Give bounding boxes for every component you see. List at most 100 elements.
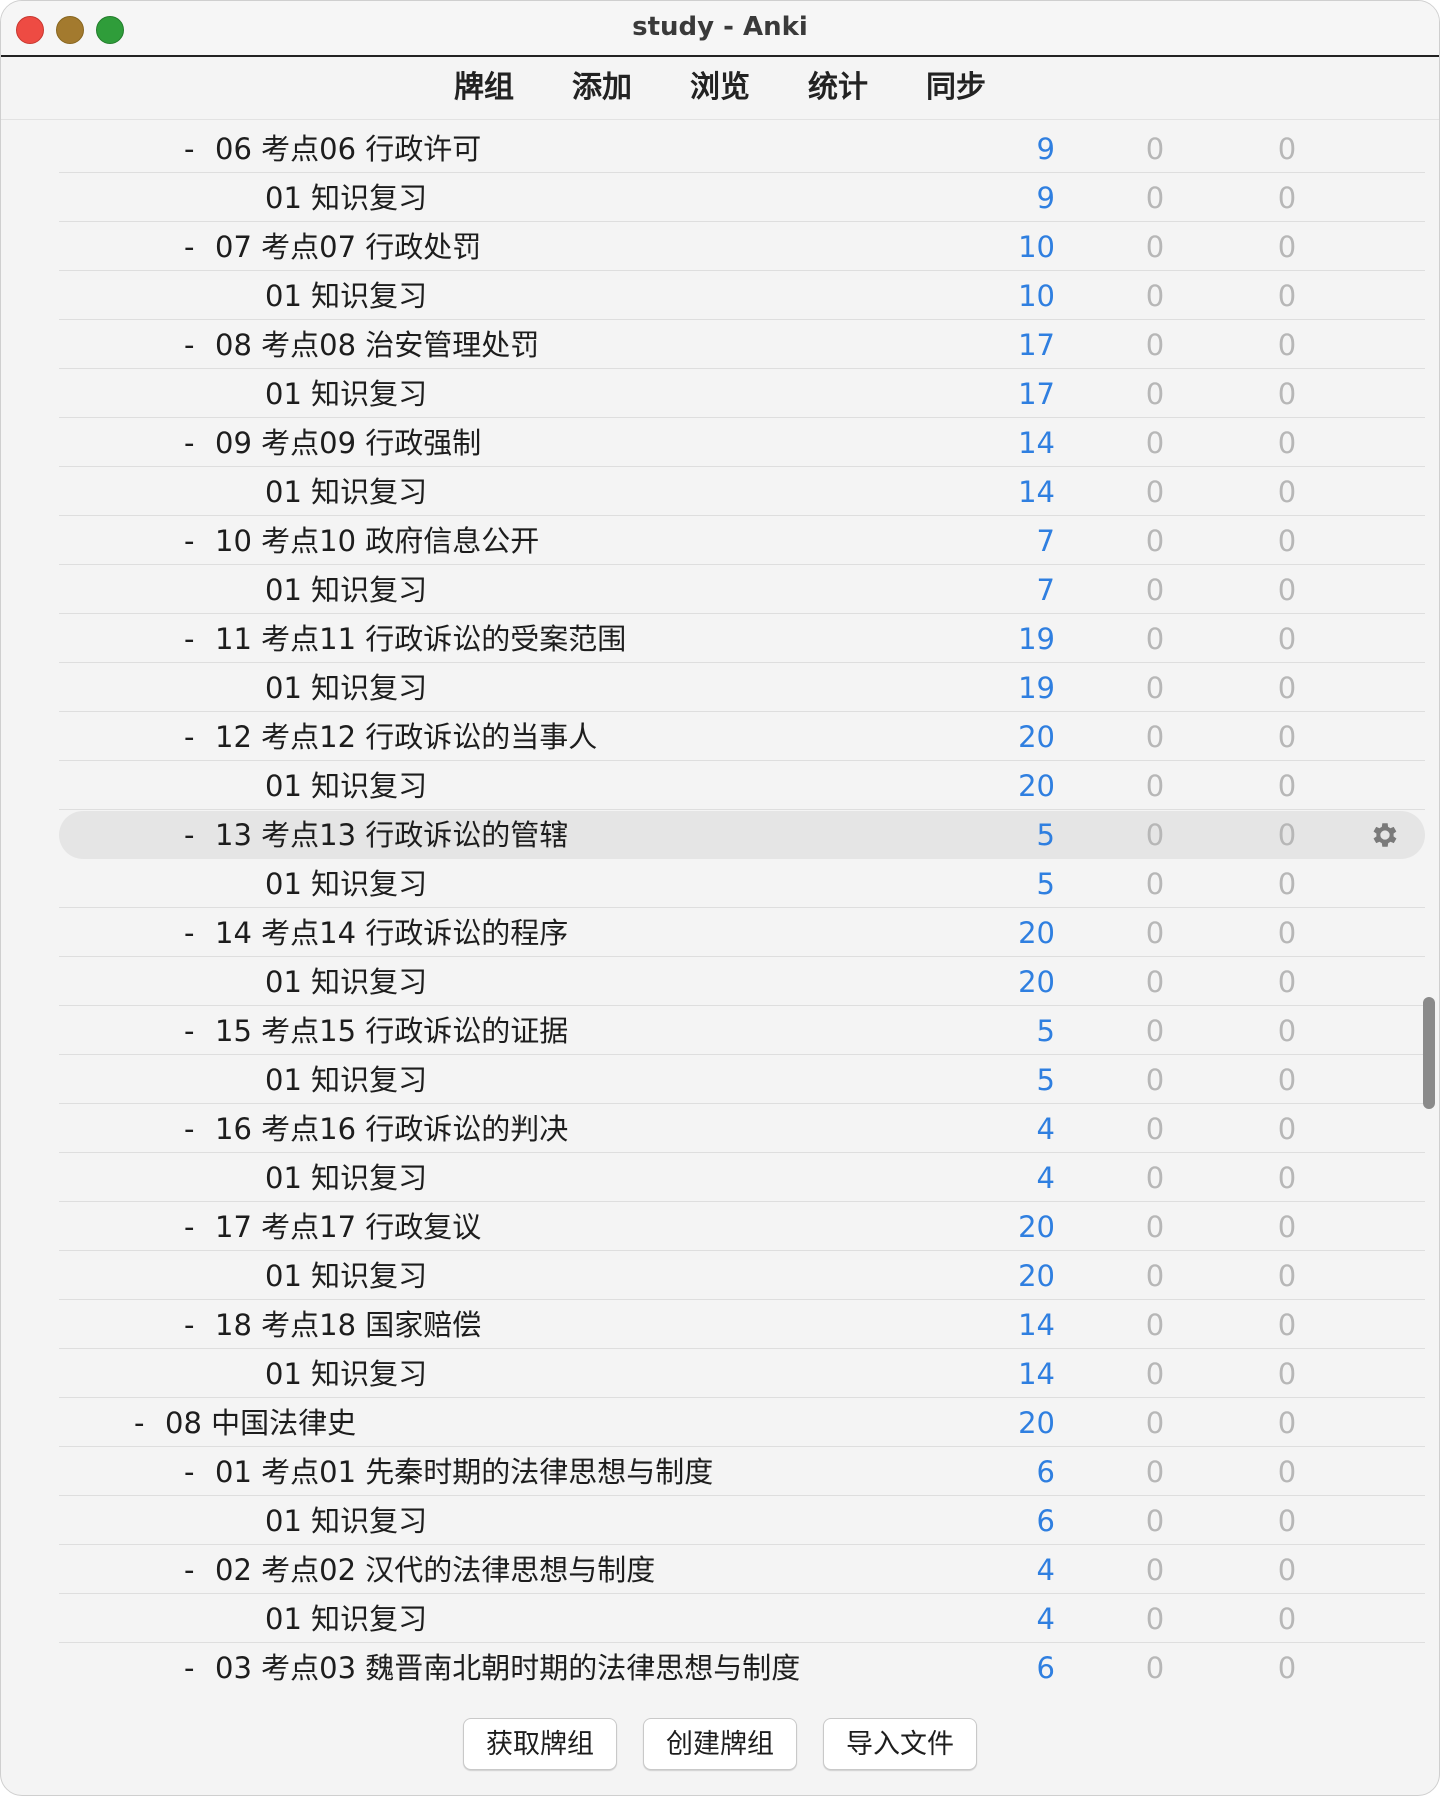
- deck-name[interactable]: 01 考点01 先秦时期的法律思想与制度: [215, 1448, 713, 1496]
- collapse-toggle[interactable]: -: [184, 1301, 194, 1349]
- deck-name[interactable]: 15 考点15 行政诉讼的证据: [215, 1007, 568, 1055]
- deck-row[interactable]: -18 考点18 国家赔偿 14 0 0: [59, 1301, 1425, 1349]
- deck-row[interactable]: -16 考点16 行政诉讼的判决 4 0 0: [59, 1105, 1425, 1153]
- deck-name[interactable]: 09 考点09 行政强制: [215, 419, 481, 467]
- deck-name[interactable]: 01 知识复习: [265, 1595, 427, 1643]
- deck-row[interactable]: 01 知识复习 14 0 0: [59, 468, 1425, 516]
- deck-name[interactable]: 01 知识复习: [265, 468, 427, 516]
- deck-name[interactable]: 03 考点03 魏晋南北朝时期的法律思想与制度: [215, 1644, 800, 1690]
- deck-row[interactable]: 01 知识复习 4 0 0: [59, 1154, 1425, 1202]
- collapse-toggle[interactable]: -: [184, 223, 194, 271]
- deck-row[interactable]: -10 考点10 政府信息公开 7 0 0: [59, 517, 1425, 565]
- collapse-toggle[interactable]: -: [184, 517, 194, 565]
- learn-count: 0: [1277, 622, 1297, 656]
- new-count: 0: [1145, 1161, 1165, 1195]
- deck-name[interactable]: 01 知识复习: [265, 566, 427, 614]
- deck-name[interactable]: 06 考点06 行政许可: [215, 125, 481, 173]
- deck-name[interactable]: 11 考点11 行政诉讼的受案范围: [215, 615, 626, 663]
- deck-row[interactable]: 01 知识复习 19 0 0: [59, 664, 1425, 712]
- deck-row[interactable]: -14 考点14 行政诉讼的程序 20 0 0: [59, 909, 1425, 957]
- toolbar-decks-link[interactable]: 牌组: [454, 57, 514, 119]
- collapse-toggle[interactable]: -: [184, 615, 194, 663]
- collapse-toggle[interactable]: -: [184, 1203, 194, 1251]
- deck-row[interactable]: 01 知识复习 4 0 0: [59, 1595, 1425, 1643]
- import-file-button[interactable]: 导入文件: [823, 1718, 977, 1770]
- deck-name[interactable]: 01 知识复习: [265, 272, 427, 320]
- deck-row[interactable]: -07 考点07 行政处罚 10 0 0: [59, 223, 1425, 271]
- get-shared-decks-button[interactable]: 获取牌组: [463, 1718, 617, 1770]
- deck-row[interactable]: 01 知识复习 7 0 0: [59, 566, 1425, 614]
- deck-row[interactable]: -08 中国法律史 20 0 0: [59, 1399, 1425, 1447]
- deck-row[interactable]: 01 知识复习 10 0 0: [59, 272, 1425, 320]
- toolbar-add-link[interactable]: 添加: [572, 57, 632, 119]
- deck-name[interactable]: 01 知识复习: [265, 174, 427, 222]
- due-count: 19: [1018, 622, 1055, 656]
- collapse-toggle[interactable]: -: [134, 1399, 144, 1447]
- deck-name[interactable]: 02 考点02 汉代的法律思想与制度: [215, 1546, 655, 1594]
- deck-name[interactable]: 01 知识复习: [265, 1154, 427, 1202]
- deck-name[interactable]: 01 知识复习: [265, 762, 427, 810]
- toolbar-stats-link[interactable]: 统计: [808, 57, 868, 119]
- deck-row[interactable]: -15 考点15 行政诉讼的证据 5 0 0: [59, 1007, 1425, 1055]
- collapse-toggle[interactable]: -: [184, 1105, 194, 1153]
- collapse-toggle[interactable]: -: [184, 125, 194, 173]
- deck-row[interactable]: 01 知识复习 14 0 0: [59, 1350, 1425, 1398]
- deck-row[interactable]: -09 考点09 行政强制 14 0 0: [59, 419, 1425, 467]
- deck-row[interactable]: 01 知识复习 9 0 0: [59, 174, 1425, 222]
- collapse-toggle[interactable]: -: [184, 1644, 194, 1690]
- deck-row[interactable]: -17 考点17 行政复议 20 0 0: [59, 1203, 1425, 1251]
- deck-row[interactable]: 01 知识复习 6 0 0: [59, 1497, 1425, 1545]
- deck-row[interactable]: 01 知识复习 20 0 0: [59, 1252, 1425, 1300]
- deck-name[interactable]: 01 知识复习: [265, 860, 427, 908]
- deck-row[interactable]: -03 考点03 魏晋南北朝时期的法律思想与制度 6 0 0: [59, 1644, 1425, 1690]
- toolbar-sync-link[interactable]: 同步: [926, 57, 986, 119]
- deck-row[interactable]: -12 考点12 行政诉讼的当事人 20 0 0: [59, 713, 1425, 761]
- deck-name[interactable]: 13 考点13 行政诉讼的管辖: [215, 811, 568, 859]
- deck-name[interactable]: 01 知识复习: [265, 1350, 427, 1398]
- deck-name[interactable]: 07 考点07 行政处罚: [215, 223, 481, 271]
- deck-name[interactable]: 12 考点12 行政诉讼的当事人: [215, 713, 597, 761]
- new-count: 0: [1145, 769, 1165, 803]
- learn-count: 0: [1277, 1161, 1297, 1195]
- deck-row[interactable]: -13 考点13 行政诉讼的管辖 5 0 0: [59, 811, 1425, 859]
- collapse-toggle[interactable]: -: [184, 321, 194, 369]
- deck-row[interactable]: 01 知识复习 20 0 0: [59, 958, 1425, 1006]
- deck-row[interactable]: -11 考点11 行政诉讼的受案范围 19 0 0: [59, 615, 1425, 663]
- collapse-toggle[interactable]: -: [184, 1448, 194, 1496]
- due-count: 5: [1036, 1063, 1055, 1097]
- deck-name[interactable]: 17 考点17 行政复议: [215, 1203, 481, 1251]
- deck-row[interactable]: 01 知识复习 20 0 0: [59, 762, 1425, 810]
- learn-count: 0: [1277, 1259, 1297, 1293]
- new-count: 0: [1145, 132, 1165, 166]
- deck-row[interactable]: -02 考点02 汉代的法律思想与制度 4 0 0: [59, 1546, 1425, 1594]
- deck-row[interactable]: 01 知识复习 17 0 0: [59, 370, 1425, 418]
- collapse-toggle[interactable]: -: [184, 909, 194, 957]
- collapse-toggle[interactable]: -: [184, 419, 194, 467]
- deck-name[interactable]: 01 知识复习: [265, 1252, 427, 1300]
- toolbar-browse-link[interactable]: 浏览: [690, 57, 750, 119]
- deck-row[interactable]: 01 知识复习 5 0 0: [59, 1056, 1425, 1104]
- deck-row[interactable]: -06 考点06 行政许可 9 0 0: [59, 125, 1425, 173]
- deck-name[interactable]: 16 考点16 行政诉讼的判决: [215, 1105, 568, 1153]
- collapse-toggle[interactable]: -: [184, 811, 194, 859]
- create-deck-button[interactable]: 创建牌组: [643, 1718, 797, 1770]
- deck-name[interactable]: 14 考点14 行政诉讼的程序: [215, 909, 568, 957]
- deck-list-scrollbar[interactable]: [1423, 997, 1435, 1109]
- gear-icon[interactable]: [1369, 819, 1401, 851]
- collapse-toggle[interactable]: -: [184, 1007, 194, 1055]
- collapse-toggle[interactable]: -: [184, 713, 194, 761]
- deck-name[interactable]: 18 考点18 国家赔偿: [215, 1301, 481, 1349]
- deck-name[interactable]: 08 中国法律史: [165, 1399, 356, 1447]
- collapse-toggle[interactable]: -: [184, 1546, 194, 1594]
- deck-name[interactable]: 01 知识复习: [265, 1056, 427, 1104]
- deck-name[interactable]: 01 知识复习: [265, 958, 427, 1006]
- deck-name[interactable]: 01 知识复习: [265, 1497, 427, 1545]
- deck-row[interactable]: -08 考点08 治安管理处罚 17 0 0: [59, 321, 1425, 369]
- title-bar[interactable]: study - Anki: [1, 1, 1439, 57]
- deck-row[interactable]: 01 知识复习 5 0 0: [59, 860, 1425, 908]
- deck-name[interactable]: 10 考点10 政府信息公开: [215, 517, 539, 565]
- deck-name[interactable]: 08 考点08 治安管理处罚: [215, 321, 539, 369]
- deck-name[interactable]: 01 知识复习: [265, 370, 427, 418]
- deck-name[interactable]: 01 知识复习: [265, 664, 427, 712]
- deck-row[interactable]: -01 考点01 先秦时期的法律思想与制度 6 0 0: [59, 1448, 1425, 1496]
